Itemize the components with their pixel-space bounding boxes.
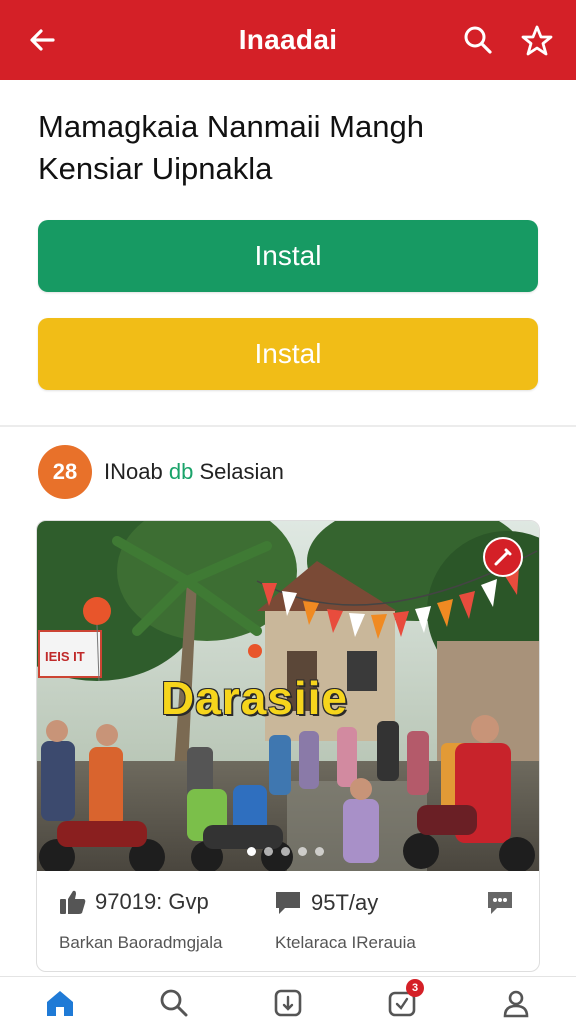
author-name[interactable]: INoab db Selasian (104, 459, 284, 485)
message-button[interactable] (485, 889, 523, 917)
search-icon (464, 26, 492, 54)
like-button[interactable]: 97019: Gvp (59, 889, 209, 915)
pencil-icon (494, 548, 512, 566)
install-button-primary[interactable]: Instal (38, 220, 538, 292)
nav-search[interactable] (154, 985, 194, 1021)
nav-home[interactable] (40, 985, 80, 1021)
profile-icon (503, 990, 529, 1018)
install-button-secondary[interactable]: Instal (38, 318, 538, 390)
author-name-accent: db (168, 459, 194, 484)
heading-line-1: Mamagkaia Nanmaii Mangh (38, 109, 424, 144)
section-divider (0, 425, 576, 427)
carousel-dot[interactable] (247, 847, 256, 856)
comment-icon (273, 889, 303, 917)
comment-button[interactable]: 95T/ay (273, 889, 378, 917)
heading-line-2: Kensiar Uipnakla (38, 151, 273, 186)
post-card: IEIS IT Darasiie 97019: Gvp 95T/ay Barka… (36, 520, 540, 972)
post-header[interactable]: 28 INoab db Selasian (38, 444, 284, 500)
notification-badge: 3 (406, 979, 424, 997)
photo-overlay-text: Darasiie (161, 672, 349, 724)
carousel-dot[interactable] (281, 847, 290, 856)
nav-profile[interactable] (496, 985, 536, 1021)
avatar[interactable]: 28 (38, 445, 92, 499)
post-stats: 97019: Gvp 95T/ay Barkan Baoradmgjala Kt… (37, 871, 539, 971)
caption-left: Barkan Baoradmgjala (59, 933, 223, 952)
chat-icon (485, 889, 515, 917)
home-icon (47, 991, 73, 1016)
app-header: Inaadai (0, 0, 576, 80)
favorite-button[interactable] (518, 22, 556, 60)
nav-notifications[interactable]: 3 (382, 979, 424, 1021)
caption-right: Ktelaraca IRerauia (275, 933, 416, 952)
star-icon (521, 25, 553, 56)
likes-count: 97019: Gvp (95, 889, 209, 914)
search-button[interactable] (460, 22, 496, 58)
comments-count: 95T/ay (311, 890, 379, 915)
promo-heading: Mamagkaia Nanmaii Mangh Kensiar Uipnakla (38, 106, 538, 190)
nav-add-post[interactable] (268, 985, 308, 1021)
svg-text:IEIS IT: IEIS IT (45, 649, 85, 664)
thumbs-up-icon (59, 889, 87, 915)
carousel-dot[interactable] (264, 847, 273, 856)
edit-button[interactable] (483, 537, 523, 577)
search-icon (160, 989, 188, 1017)
carousel-dot[interactable] (298, 847, 307, 856)
carousel-dot[interactable] (315, 847, 324, 856)
carousel-indicator (247, 847, 324, 856)
add-post-icon (274, 989, 302, 1017)
bottom-navigation: 3 (0, 976, 576, 1024)
post-photo[interactable]: IEIS IT Darasiie (37, 521, 539, 871)
author-name-suffix: Selasian (199, 459, 284, 484)
author-name-prefix: INoab (104, 459, 163, 484)
